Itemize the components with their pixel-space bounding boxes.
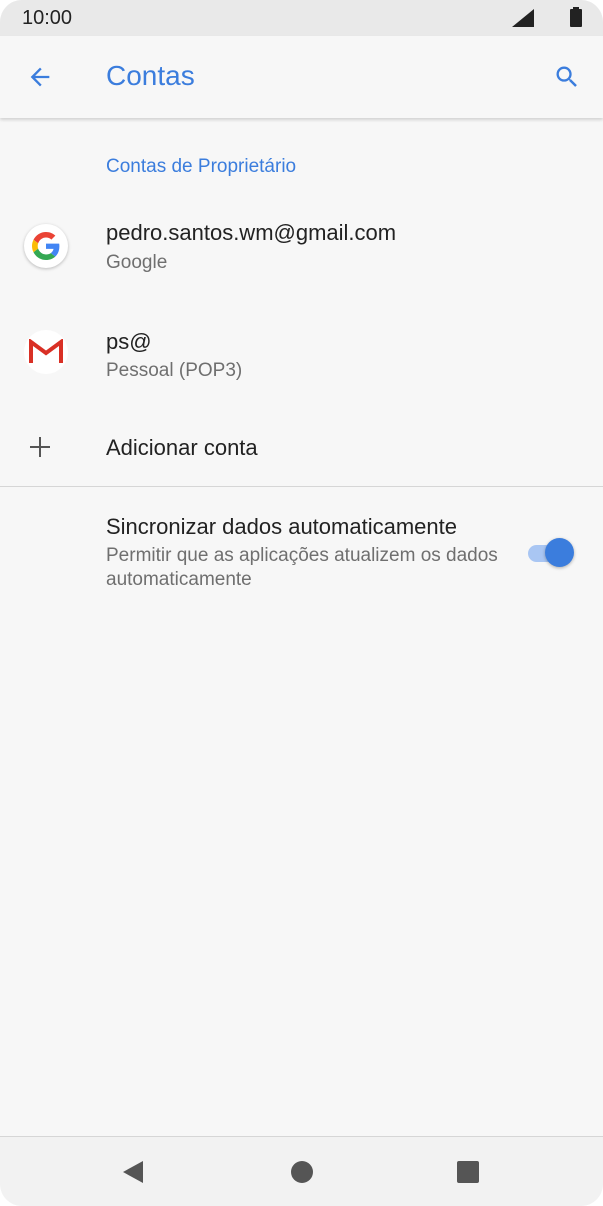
sync-description: Permitir que as aplicações atualizem os … (106, 545, 498, 590)
gmail-icon (24, 330, 68, 374)
nav-back-icon[interactable] (121, 1159, 145, 1185)
account-item-pop3[interactable]: ps@ Pessoal (POP3) (0, 310, 603, 400)
add-account-label: Adicionar conta (106, 435, 258, 460)
add-account-button[interactable]: Adicionar conta (0, 420, 603, 476)
battery-icon (570, 7, 582, 27)
signal-icon (512, 9, 534, 27)
toggle-thumb (545, 538, 574, 567)
account-type: Pessoal (POP3) (106, 360, 243, 381)
account-type: Google (106, 252, 168, 273)
screen: 10:00 Contas Contas de Proprietário pedr… (0, 0, 603, 1206)
account-item-google[interactable]: pedro.santos.wm@gmail.com Google (0, 200, 603, 290)
nav-home-icon[interactable] (290, 1160, 314, 1184)
navigation-bar (0, 1136, 603, 1206)
search-icon[interactable] (553, 63, 581, 91)
sync-title: Sincronizar dados automaticamente (106, 514, 457, 539)
account-email: ps@ (106, 329, 152, 354)
sync-toggle[interactable] (528, 536, 576, 568)
page-title: Contas (106, 60, 195, 91)
account-email: pedro.santos.wm@gmail.com (106, 220, 397, 245)
section-header: Contas de Proprietário (106, 156, 297, 177)
nav-recents-icon[interactable] (456, 1160, 480, 1184)
arrow-back-icon[interactable] (26, 63, 54, 91)
plus-icon (30, 437, 50, 457)
status-bar: 10:00 (0, 0, 603, 36)
divider (0, 486, 603, 487)
status-time: 10:00 (22, 7, 73, 29)
app-bar: Contas (0, 36, 603, 118)
google-icon (24, 224, 68, 268)
